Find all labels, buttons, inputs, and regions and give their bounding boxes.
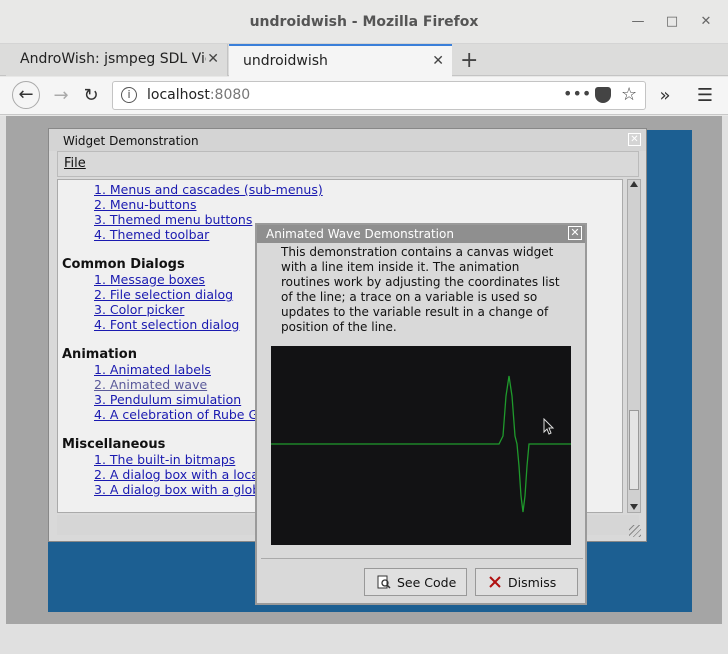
section-animation: Animation xyxy=(62,347,137,362)
link-menu-buttons[interactable]: 2. Menu-buttons xyxy=(94,197,196,212)
forward-icon[interactable]: → xyxy=(48,83,74,109)
see-code-button[interactable]: See Code xyxy=(364,568,467,596)
link-pendulum[interactable]: 3. Pendulum simulation xyxy=(94,392,241,407)
section-miscellaneous: Miscellaneous xyxy=(62,437,166,452)
pocket-icon[interactable] xyxy=(595,87,611,103)
browser-titlebar: undroidwish - Mozilla Firefox — □ ✕ xyxy=(0,0,728,44)
wave-description: This demonstration contains a canvas wid… xyxy=(281,245,560,334)
link-animated-labels[interactable]: 1. Animated labels xyxy=(94,362,211,377)
link-themed-menu-buttons[interactable]: 3. Themed menu buttons xyxy=(94,212,252,227)
page-content: Widget Demonstration ✕ File 1. Menus and… xyxy=(0,116,728,654)
bookmark-star-icon[interactable]: ☆ xyxy=(621,84,637,105)
separator xyxy=(261,558,583,559)
magnifier-document-icon xyxy=(377,575,391,589)
navigation-bar: ← → ↻ i localhost:8080 ••• ☆ » ☰ xyxy=(0,77,728,115)
wave-line xyxy=(271,375,571,513)
back-icon[interactable]: ← xyxy=(12,81,40,109)
widget-close-icon[interactable]: ✕ xyxy=(628,133,641,146)
see-code-label: See Code xyxy=(397,575,457,590)
section-common-dialogs: Common Dialogs xyxy=(62,257,185,272)
new-tab-icon[interactable]: + xyxy=(460,48,478,73)
scroll-down-icon[interactable] xyxy=(630,504,638,510)
resize-grip-icon[interactable] xyxy=(629,525,641,537)
tab-close-icon[interactable]: ✕ xyxy=(432,53,444,69)
wave-svg xyxy=(271,375,571,513)
link-dialog-local[interactable]: 2. A dialog box with a loca xyxy=(94,467,259,482)
link-themed-toolbar[interactable]: 4. Themed toolbar xyxy=(94,227,209,242)
link-dialog-global[interactable]: 3. A dialog box with a glob xyxy=(94,482,260,497)
scroll-up-icon[interactable] xyxy=(630,181,638,187)
link-rube-goldberg[interactable]: 4. A celebration of Rube Go xyxy=(94,407,266,422)
page-actions-icon[interactable]: ••• xyxy=(563,84,591,103)
url-host: localhost xyxy=(147,87,210,103)
tab-androwish[interactable]: AndroWish: jsmpeg SDL Vide ✕ xyxy=(6,44,228,76)
vertical-scrollbar[interactable] xyxy=(627,179,641,513)
reload-icon[interactable]: ↻ xyxy=(78,83,104,109)
link-message-boxes[interactable]: 1. Message boxes xyxy=(94,272,205,287)
tab-label: AndroWish: jsmpeg SDL Vide xyxy=(20,51,206,67)
url-text: localhost:8080 xyxy=(147,87,250,103)
tab-undroidwish[interactable]: undroidwish ✕ xyxy=(229,44,452,77)
menu-file[interactable]: File xyxy=(64,156,86,171)
window-title: undroidwish - Mozilla Firefox xyxy=(249,14,479,30)
url-port: :8080 xyxy=(209,87,251,103)
scroll-thumb[interactable] xyxy=(629,410,639,490)
url-bar[interactable]: i localhost:8080 ••• ☆ xyxy=(112,81,646,110)
link-file-selection[interactable]: 2. File selection dialog xyxy=(94,287,233,302)
link-builtin-bitmaps[interactable]: 1. The built-in bitmaps xyxy=(94,452,235,467)
sdl-canvas[interactable]: Widget Demonstration ✕ File 1. Menus and… xyxy=(6,116,722,624)
wave-canvas[interactable] xyxy=(271,346,571,545)
wave-dialog: Animated Wave Demonstration ✕ This demon… xyxy=(255,223,587,605)
maximize-icon[interactable]: □ xyxy=(664,14,680,30)
link-animated-wave[interactable]: 2. Animated wave xyxy=(94,377,207,392)
wave-dialog-title: Animated Wave Demonstration xyxy=(257,225,585,243)
hamburger-menu-icon[interactable]: ☰ xyxy=(692,83,718,109)
close-window-icon[interactable]: ✕ xyxy=(698,14,714,30)
dismiss-button[interactable]: Dismiss xyxy=(475,568,578,596)
overflow-icon[interactable]: » xyxy=(652,83,678,109)
minimize-icon[interactable]: — xyxy=(630,14,646,30)
dismiss-label: Dismiss xyxy=(508,575,557,590)
mouse-cursor-icon xyxy=(543,418,555,435)
wave-close-icon[interactable]: ✕ xyxy=(568,226,582,240)
link-menus-cascades[interactable]: 1. Menus and cascades (sub-menus) xyxy=(94,182,323,197)
red-x-icon xyxy=(489,576,501,588)
link-font-selection[interactable]: 4. Font selection dialog xyxy=(94,317,239,332)
menu-bar: File xyxy=(57,151,639,177)
info-icon[interactable]: i xyxy=(121,87,137,103)
tab-close-icon[interactable]: ✕ xyxy=(207,51,219,67)
tab-strip: AndroWish: jsmpeg SDL Vide ✕ undroidwish… xyxy=(0,44,728,77)
widget-window-title: Widget Demonstration xyxy=(49,129,646,151)
link-color-picker[interactable]: 3. Color picker xyxy=(94,302,184,317)
tab-label: undroidwish xyxy=(243,53,328,69)
